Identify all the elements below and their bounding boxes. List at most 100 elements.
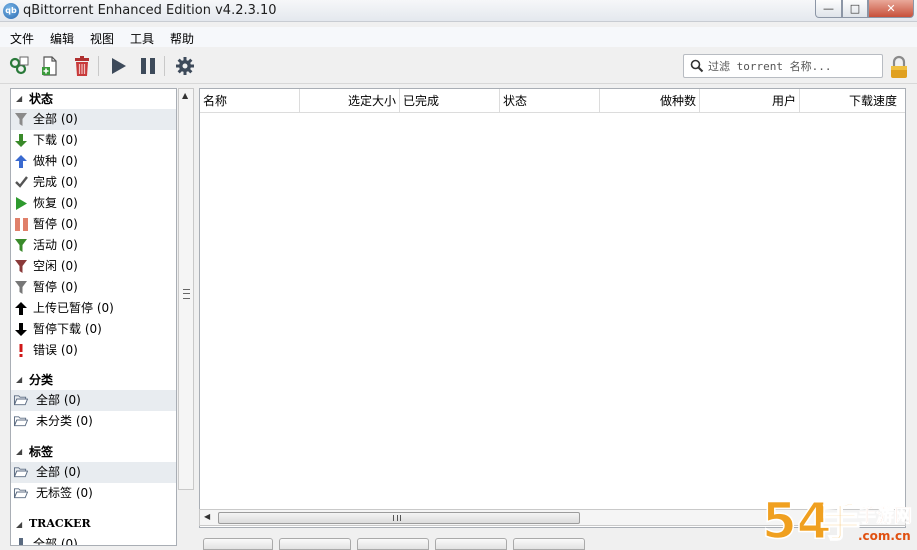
collapse-triangle-icon[interactable]: ◢ (16, 442, 22, 462)
list-item[interactable]: 错误 (0) (11, 340, 176, 361)
scrollbar-thumb[interactable] (218, 512, 580, 524)
list-item-label: 错误 (0) (33, 343, 78, 357)
torrent-table[interactable]: 名称 选定大小 已完成 状态 做种数 用户 下载速度 (199, 88, 906, 528)
add-torrent-button[interactable] (38, 55, 62, 77)
folder-icon (14, 486, 28, 500)
list-item-label: 空闲 (0) (33, 259, 78, 273)
section-header-category[interactable]: ◢ 分类 (11, 370, 176, 390)
filter-all-icon (14, 112, 28, 126)
toolbar-separator (98, 56, 99, 76)
section-header-tracker[interactable]: ◢ TRACKER (11, 514, 176, 534)
list-item[interactable]: 空闲 (0) (11, 256, 176, 277)
watermark-glyph: 手 (820, 500, 860, 546)
splitter-grip-icon[interactable] (183, 289, 190, 299)
column-header-down-speed[interactable]: 下载速度 (800, 89, 900, 113)
window-titlebar: qb qBittorrent Enhanced Edition v4.2.3.1… (0, 0, 917, 22)
bottom-tab-button[interactable] (435, 538, 507, 550)
tracker-section-title: TRACKER (29, 517, 91, 530)
list-item-label: 全部 (0) (33, 112, 78, 126)
list-item-label: 完成 (0) (33, 175, 78, 189)
section-header-status[interactable]: ◢ 状态 (11, 89, 176, 109)
lock-icon[interactable] (887, 55, 911, 79)
maximize-icon: □ (849, 2, 861, 15)
filter-active-icon (14, 238, 28, 252)
folder-icon (14, 465, 28, 479)
watermark-text-cn: 手游网 (858, 505, 912, 527)
list-item[interactable]: 无标签 (0) (11, 483, 176, 504)
options-button[interactable] (173, 55, 197, 77)
column-header-seeds[interactable]: 做种数 (600, 89, 700, 113)
section-header-tags[interactable]: ◢ 标签 (11, 442, 176, 462)
menu-bar: 文件 编辑 视图 工具 帮助 (0, 27, 917, 47)
list-item[interactable]: 全部 (0) (11, 462, 176, 483)
column-header-size[interactable]: 选定大小 (300, 89, 400, 113)
list-item-label: 下载 (0) (33, 133, 78, 147)
pause-icon (141, 58, 155, 74)
list-item[interactable]: 完成 (0) (11, 172, 176, 193)
column-header-progress[interactable]: 已完成 (400, 89, 500, 113)
up-arrow-black-icon (14, 301, 28, 315)
list-item[interactable]: 全部 (0) (11, 390, 176, 411)
tags-section-title: 标签 (29, 445, 54, 459)
list-item[interactable]: 未分类 (0) (11, 411, 176, 432)
window-title: qBittorrent Enhanced Edition v4.2.3.10 (23, 3, 277, 18)
search-input[interactable] (708, 58, 878, 74)
menu-tools[interactable]: 工具 (130, 30, 154, 47)
pause-button[interactable] (136, 55, 160, 77)
menu-edit[interactable]: 编辑 (50, 30, 74, 47)
list-item[interactable]: 暂停 (0) (11, 214, 176, 235)
pause-bars-icon (14, 217, 28, 231)
down-arrow-black-icon (14, 322, 28, 336)
list-item-label: 全部 (0) (33, 537, 78, 546)
list-item[interactable]: 活动 (0) (11, 235, 176, 256)
sidebar-scrollbar[interactable]: ▲ (178, 88, 194, 490)
list-item[interactable]: 下载 (0) (11, 130, 176, 151)
minimize-button[interactable]: — (815, 0, 842, 18)
close-button[interactable]: ✕ (868, 0, 914, 18)
list-item-label: 全部 (0) (36, 393, 81, 407)
collapse-triangle-icon[interactable]: ◢ (16, 370, 22, 390)
table-header: 名称 选定大小 已完成 状态 做种数 用户 下载速度 (200, 89, 905, 113)
folder-icon (14, 393, 28, 407)
filter-paused-icon (14, 280, 28, 294)
list-item[interactable]: 全部 (0) (11, 534, 176, 546)
scroll-up-arrow-icon[interactable]: ▲ (182, 91, 188, 100)
bottom-tab-button[interactable] (357, 538, 429, 550)
bottom-tab-button[interactable] (513, 538, 585, 550)
column-header-peers[interactable]: 用户 (700, 89, 800, 113)
add-link-button[interactable] (7, 55, 31, 77)
status-section-title: 状态 (29, 92, 54, 106)
add-link-icon (9, 56, 29, 75)
column-header-name[interactable]: 名称 (200, 89, 300, 113)
options-gear-icon (176, 57, 194, 75)
list-item[interactable]: 暂停下载 (0) (11, 319, 176, 340)
list-item-label: 无标签 (0) (36, 486, 93, 500)
list-item[interactable]: 做种 (0) (11, 151, 176, 172)
delete-icon (75, 56, 89, 76)
list-item[interactable]: 暂停 (0) (11, 277, 176, 298)
search-field[interactable] (683, 54, 883, 78)
collapse-triangle-icon[interactable]: ◢ (16, 514, 22, 534)
resume-button[interactable] (106, 55, 130, 77)
list-item[interactable]: 恢复 (0) (11, 193, 176, 214)
delete-button[interactable] (70, 55, 94, 77)
bottom-tab-button[interactable] (203, 538, 273, 550)
arrow-up-icon (14, 154, 28, 168)
filter-sidebar: ◢ 状态 全部 (0) 下载 (0) 做种 (0) 完成 (0) 恢复 (0) 暂停 (0… (10, 88, 177, 546)
folder-icon (14, 414, 28, 428)
resume-icon (112, 58, 126, 74)
column-header-status[interactable]: 状态 (500, 89, 600, 113)
maximize-button[interactable]: □ (842, 0, 868, 18)
play-icon (14, 196, 28, 210)
bottom-tab-button[interactable] (279, 538, 351, 550)
add-torrent-file-icon (42, 56, 57, 76)
menu-view[interactable]: 视图 (90, 30, 114, 47)
menu-file[interactable]: 文件 (10, 30, 34, 47)
scroll-left-arrow-icon[interactable]: ◀ (204, 512, 210, 521)
list-item[interactable]: 上传已暂停 (0) (11, 298, 176, 319)
collapse-triangle-icon[interactable]: ◢ (16, 89, 22, 109)
menu-help[interactable]: 帮助 (170, 30, 194, 47)
tracker-icon (14, 537, 28, 545)
list-item[interactable]: 全部 (0) (11, 109, 176, 130)
category-section-title: 分类 (29, 373, 54, 387)
